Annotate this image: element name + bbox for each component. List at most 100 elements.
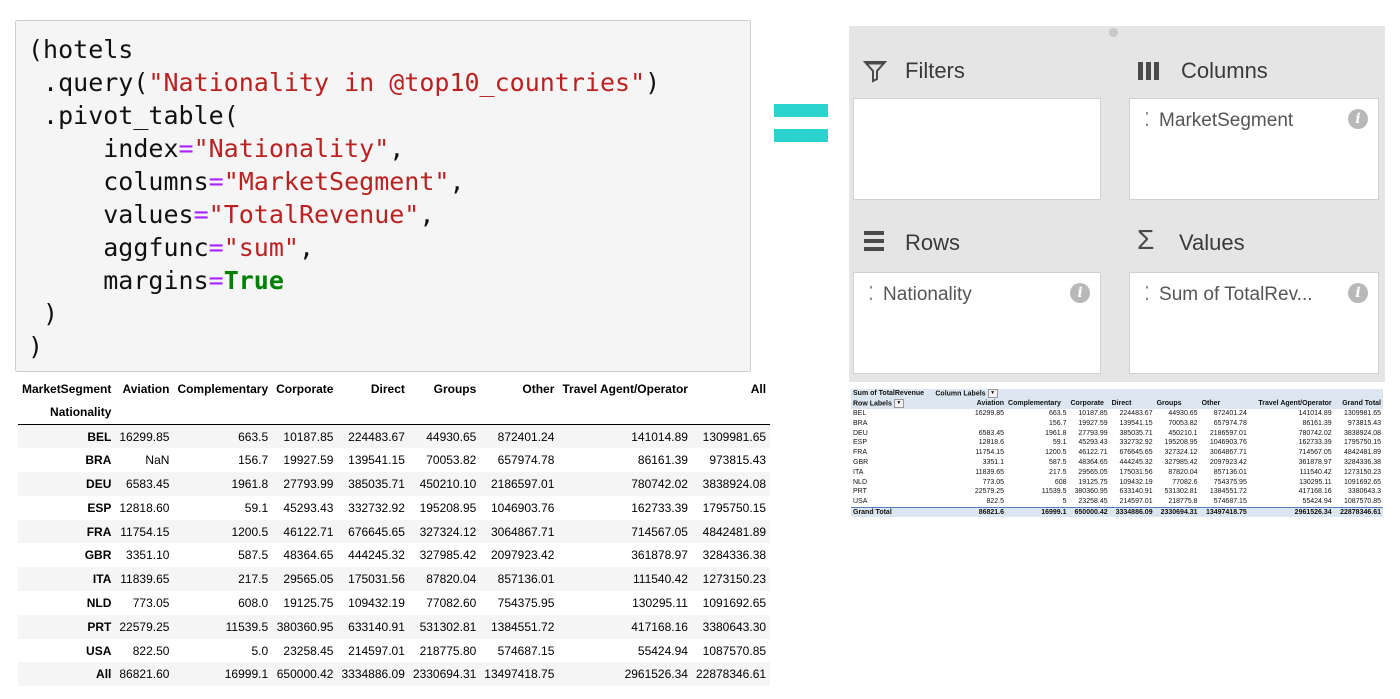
table-cell: 531302.81 bbox=[419, 619, 477, 634]
columns-name-label: MarketSegment bbox=[22, 382, 112, 396]
code-token: .query( bbox=[28, 68, 149, 97]
pivot-cell: 857136.01 bbox=[1213, 468, 1247, 476]
drag-handle-icon[interactable]: ⁚ bbox=[1144, 110, 1150, 131]
table-cell: 11839.65 bbox=[120, 572, 170, 587]
code-token: ) bbox=[645, 68, 661, 97]
table-cell: 111540.42 bbox=[633, 572, 688, 587]
pivot-column-header: Groups bbox=[1154, 398, 1200, 409]
columns-field-chip[interactable]: ⁚ MarketSegment bbox=[1144, 109, 1293, 132]
code-line: (hotels bbox=[28, 33, 750, 66]
pivot-cell: 633140.91 bbox=[1119, 488, 1153, 496]
code-token: "TotalRevenue" bbox=[208, 200, 420, 229]
drag-handle-icon[interactable]: ⁚ bbox=[868, 284, 874, 305]
column-labels-header[interactable]: Column Labels ▼ bbox=[933, 389, 1007, 399]
rows-field-chip[interactable]: ⁚ Nationality bbox=[868, 283, 972, 306]
table-cell: 714567.05 bbox=[631, 524, 688, 539]
pivot-cell: 1200.5 bbox=[1045, 449, 1067, 457]
table-cell: 22878346.61 bbox=[695, 667, 767, 682]
pivot-cell: 87820.04 bbox=[1168, 468, 1198, 476]
table-cell: 3284336.38 bbox=[702, 548, 767, 563]
pivot-cell: 3380643.3 bbox=[1347, 488, 1381, 496]
pivot-cell: 444245.32 bbox=[1119, 458, 1153, 466]
pivot-column-header: Grand Total bbox=[1333, 398, 1383, 409]
pivot-cell: 70053.82 bbox=[1168, 419, 1198, 427]
table-cell: 59.1 bbox=[244, 500, 269, 515]
table-cell: 23258.45 bbox=[283, 643, 334, 658]
pivot-cell: 27793.99 bbox=[1078, 429, 1108, 437]
row-index-label: NLD bbox=[86, 595, 112, 610]
row-index-label: All bbox=[96, 667, 112, 682]
pivot-cell: 327985.42 bbox=[1164, 458, 1198, 466]
pivot-cell: 111540.42 bbox=[1299, 468, 1332, 476]
table-cell: 332732.92 bbox=[348, 500, 405, 515]
pivot-row: PRT 22579.25 11539.5 380360.95 633140.91 5313… bbox=[851, 487, 1383, 497]
pivot-cell: 77082.6 bbox=[1172, 478, 1198, 486]
filter-dropdown-icon[interactable]: ▼ bbox=[893, 399, 904, 409]
pivot-cell: 139541.15 bbox=[1119, 419, 1153, 427]
pivot-column-header: Complementary bbox=[1006, 398, 1069, 409]
pivot-cell: 86161.39 bbox=[1302, 419, 1332, 427]
values-drop-zone[interactable]: ⁚ Sum of TotalRev... i bbox=[1129, 272, 1379, 374]
table-row: FRA 11754.15 1200.5 46122.71 676645.65 327324… bbox=[18, 519, 771, 544]
values-field-chip[interactable]: ⁚ Sum of TotalRev... bbox=[1144, 283, 1313, 306]
row-index-label: GBR bbox=[84, 548, 112, 563]
row-label-cell: ITA bbox=[853, 468, 864, 476]
table-row: PRT 22579.25 11539.5 380360.95 633140.91 5313… bbox=[18, 614, 771, 639]
pivot-cell: 45293.43 bbox=[1078, 439, 1108, 447]
rows-drop-zone[interactable]: ⁚ Nationality i bbox=[853, 272, 1101, 374]
drag-handle-icon[interactable]: ⁚ bbox=[1144, 284, 1150, 305]
table-cell: 1309981.65 bbox=[702, 429, 767, 444]
pivot-cell: 109432.19 bbox=[1119, 478, 1153, 486]
info-icon[interactable]: i bbox=[1070, 283, 1090, 303]
code-token: , bbox=[389, 134, 405, 163]
pivot-cell: 23258.45 bbox=[1078, 498, 1108, 506]
pivot-cell: 780742.02 bbox=[1298, 429, 1332, 437]
pivot-cell: 531302.81 bbox=[1164, 488, 1198, 496]
pivot-cell: 16999.1 bbox=[1006, 506, 1069, 518]
table-cell: 22579.25 bbox=[119, 619, 170, 634]
code-cell[interactable]: (hotels .query("Nationality in @top10_co… bbox=[15, 20, 751, 372]
dataframe-header-row: MarketSegment Aviation Complementary Corpo… bbox=[18, 378, 770, 400]
table-cell: 27793.99 bbox=[283, 476, 334, 491]
table-cell: 574687.15 bbox=[497, 643, 555, 658]
row-labels-header[interactable]: Row Labels ▼ bbox=[851, 398, 934, 409]
row-index-label: BRA bbox=[85, 453, 112, 468]
pivot-column-header: Travel Agent/Operator bbox=[1248, 398, 1334, 409]
rows-area-title: Rows bbox=[905, 230, 961, 255]
code-token: = bbox=[208, 266, 224, 295]
pivot-row: ITA 11839.65 217.5 29565.05 175031.56 87820.0… bbox=[851, 467, 1383, 477]
table-cell: 327985.42 bbox=[419, 548, 477, 563]
code-token: , bbox=[419, 200, 435, 229]
table-cell: NaN bbox=[145, 453, 170, 468]
pivot-cell: 162733.39 bbox=[1298, 439, 1332, 447]
table-cell: 650000.42 bbox=[276, 667, 334, 682]
table-cell: 657974.78 bbox=[497, 453, 555, 468]
row-label-cell: USA bbox=[853, 498, 868, 506]
column-header: Complementary bbox=[177, 382, 269, 396]
pivot-column-header: Aviation bbox=[933, 398, 1007, 409]
resize-handle[interactable] bbox=[1109, 28, 1118, 37]
info-icon[interactable]: i bbox=[1348, 109, 1368, 129]
pivot-cell: 19927.59 bbox=[1078, 419, 1108, 427]
pivot-cell: 22579.25 bbox=[974, 488, 1005, 496]
table-cell: 2961526.34 bbox=[624, 667, 688, 682]
pivot-cell: 86821.6 bbox=[933, 506, 1007, 518]
pivot-cell: 130295.11 bbox=[1299, 478, 1332, 486]
filters-drop-zone[interactable] bbox=[853, 98, 1101, 200]
table-cell: 444245.32 bbox=[348, 548, 405, 563]
pivot-row: BEL 16299.85 663.5 10187.85 224483.67 44930.6… bbox=[851, 409, 1383, 419]
pivot-cell: 574687.15 bbox=[1213, 498, 1247, 506]
table-cell: 1091692.65 bbox=[702, 595, 767, 610]
table-cell: 676645.65 bbox=[348, 524, 405, 539]
columns-drop-zone[interactable]: ⁚ MarketSegment i bbox=[1129, 98, 1379, 200]
table-cell: 2330694.31 bbox=[412, 667, 477, 682]
pivot-cell: 773.05 bbox=[982, 478, 1005, 486]
pivot-cell: 385035.71 bbox=[1119, 429, 1153, 437]
dropdown-arrow-icon[interactable]: ▼ bbox=[987, 389, 998, 399]
table-row: All 86821.60 16999.1 650000.42 3334886.09 233… bbox=[18, 662, 771, 687]
pivot-cell: 327324.12 bbox=[1164, 449, 1198, 457]
table-row: ITA 11839.65 217.5 29565.05 175031.56 87820.0… bbox=[18, 567, 771, 592]
column-header: Corporate bbox=[276, 382, 334, 396]
info-icon[interactable]: i bbox=[1348, 283, 1368, 303]
table-cell: 361878.97 bbox=[631, 548, 688, 563]
